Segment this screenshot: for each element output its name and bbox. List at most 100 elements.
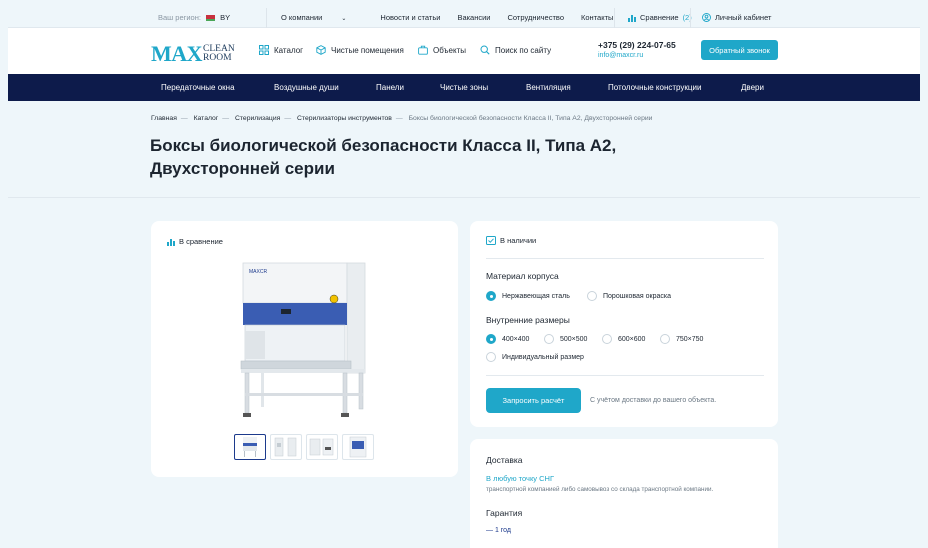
breadcrumb-separator: —: [395, 115, 403, 122]
breadcrumb-separator: —: [284, 115, 292, 122]
header-nav-clean-rooms[interactable]: Чистые помещения: [316, 45, 404, 55]
logo-room: ROOM: [203, 53, 232, 63]
header-nav-clean-rooms-label: Чистые помещения: [331, 45, 404, 55]
top-nav-contacts[interactable]: Контакты: [581, 13, 613, 22]
bar-chart-icon: [167, 238, 175, 246]
email-link[interactable]: info@maxcr.ru: [598, 52, 643, 59]
divider: [486, 375, 764, 376]
size-option-label: Индивидуальный размер: [502, 353, 584, 361]
radio-empty-icon: [486, 352, 496, 362]
thumbnail[interactable]: [270, 434, 302, 460]
account-link[interactable]: Личный кабинет: [702, 13, 771, 22]
material-option-label: Нержавеющая сталь: [502, 292, 570, 300]
compare-link-top[interactable]: Сравнение (2): [628, 13, 692, 22]
header-nav-catalog[interactable]: Каталог: [259, 45, 303, 55]
main-nav-ventilation[interactable]: Вентиляция: [526, 83, 571, 92]
divider: [614, 8, 615, 28]
utility-bar: Ваш регион: BY О компании ⌄ Новости и ста…: [8, 8, 920, 28]
main-nav-doors[interactable]: Двери: [741, 83, 764, 92]
bar-chart-icon: [628, 14, 636, 22]
top-nav-news[interactable]: Новости и статьи: [380, 13, 440, 22]
radio-selected-icon: [486, 334, 496, 344]
header-nav-search[interactable]: Поиск по сайту: [480, 45, 551, 55]
product-gallery-card: В сравнение MAXCR: [151, 221, 458, 477]
user-circle-icon: [702, 13, 711, 22]
divider: [690, 8, 691, 28]
material-option-stainless[interactable]: Нержавеющая сталь: [486, 291, 570, 301]
delivery-card: Доставка В любую точку СНГ транспортной …: [470, 439, 778, 548]
size-option-400[interactable]: 400×400: [486, 334, 529, 344]
briefcase-icon: [418, 45, 428, 55]
thumbnail[interactable]: [234, 434, 266, 460]
stock-status-label: В наличии: [500, 236, 537, 245]
radio-selected-icon: [486, 291, 496, 301]
page-hero: Главная — Каталог — Стерилизация — Стерилиз…: [8, 101, 920, 198]
grid-icon: [259, 45, 269, 55]
product-content: В сравнение MAXCR В наличии Материал кор…: [8, 198, 920, 548]
add-to-compare-label: В сравнение: [179, 237, 223, 246]
thumbnail[interactable]: [342, 434, 374, 460]
breadcrumb-sterilization[interactable]: Стерилизация: [235, 115, 280, 122]
stock-status: В наличии: [486, 236, 536, 245]
size-option-750[interactable]: 750×750: [660, 334, 703, 344]
breadcrumb: Главная — Каталог — Стерилизация — Стерилиз…: [151, 115, 652, 122]
size-option-500[interactable]: 500×500: [544, 334, 587, 344]
main-nav-air-showers[interactable]: Воздушные души: [274, 83, 339, 92]
radio-empty-icon: [602, 334, 612, 344]
chevron-down-icon: ⌄: [341, 16, 347, 22]
logo[interactable]: MAX CLEAN ROOM: [151, 41, 235, 67]
product-options-card: В наличии Материал корпуса Нержавеющая с…: [470, 221, 778, 427]
biosafety-cabinet-image: MAXCR: [240, 262, 366, 417]
size-option-label: 600×600: [618, 335, 646, 343]
divider: [486, 258, 764, 259]
header-nav-search-label: Поиск по сайту: [495, 45, 552, 55]
main-nav-ceiling-structures[interactable]: Потолочные конструкции: [608, 83, 701, 92]
breadcrumb-sterilizers[interactable]: Стерилизаторы инструментов: [297, 115, 392, 122]
delivery-title: Доставка: [486, 455, 523, 465]
account-label: Личный кабинет: [715, 13, 772, 22]
top-nav-cooperation[interactable]: Сотрудничество: [508, 13, 565, 22]
search-icon: [480, 45, 490, 55]
breadcrumb-separator: —: [222, 115, 230, 122]
warranty-title: Гарантия: [486, 508, 523, 518]
radio-empty-icon: [587, 291, 597, 301]
request-note: С учётом доставки до вашего объекта.: [590, 397, 717, 404]
cube-icon: [316, 45, 326, 55]
add-to-compare-link[interactable]: В сравнение: [167, 237, 223, 246]
logo-max: MAX: [151, 41, 203, 66]
top-nav-about[interactable]: О компании ⌄: [281, 13, 363, 22]
main-nav-clean-zones[interactable]: Чистые зоны: [440, 83, 488, 92]
size-option-label: 750×750: [676, 335, 704, 343]
radio-empty-icon: [660, 334, 670, 344]
phone-number[interactable]: +375 (29) 224-07-65: [598, 40, 676, 50]
callback-button[interactable]: Обратный звонок: [701, 40, 778, 60]
top-nav-vacancies[interactable]: Вакансии: [457, 13, 490, 22]
region-label: Ваш регион:: [158, 13, 201, 22]
top-nav-about-label: О компании: [281, 13, 323, 22]
top-nav: О компании ⌄ Новости и статьи Вакансии Со…: [281, 13, 630, 22]
material-option-powder[interactable]: Порошковая окраска: [587, 291, 671, 301]
page-title: Боксы биологической безопасности Класса …: [150, 136, 617, 178]
region-selector[interactable]: Ваш регион: BY: [158, 13, 230, 22]
size-option-custom[interactable]: Индивидуальный размер: [486, 352, 584, 362]
breadcrumb-catalog[interactable]: Каталог: [194, 115, 219, 122]
stock-check-icon: [486, 236, 496, 245]
size-option-600[interactable]: 600×600: [602, 334, 645, 344]
size-option-label: 500×500: [560, 335, 588, 343]
material-title: Материал корпуса: [486, 271, 559, 281]
delivery-link[interactable]: В любую точку СНГ: [486, 474, 554, 483]
site-header: MAX CLEAN ROOM Каталог Чистые помещения …: [8, 28, 920, 74]
breadcrumb-home[interactable]: Главная: [151, 115, 177, 122]
size-title: Внутренние размеры: [486, 315, 570, 325]
header-nav-objects-label: Объекты: [433, 45, 466, 55]
header-nav-objects[interactable]: Объекты: [418, 45, 466, 55]
thumbnail-strip: [234, 434, 374, 460]
main-nav-panels[interactable]: Панели: [376, 83, 404, 92]
request-quote-button[interactable]: Запросить расчёт: [486, 388, 581, 413]
radio-empty-icon: [544, 334, 554, 344]
main-nav-transfer-windows[interactable]: Передаточные окна: [161, 83, 235, 92]
thumbnail[interactable]: [306, 434, 338, 460]
material-option-label: Порошковая окраска: [603, 292, 671, 300]
brand-mark: MAXCR: [249, 269, 267, 275]
compare-label: Сравнение: [640, 13, 679, 22]
